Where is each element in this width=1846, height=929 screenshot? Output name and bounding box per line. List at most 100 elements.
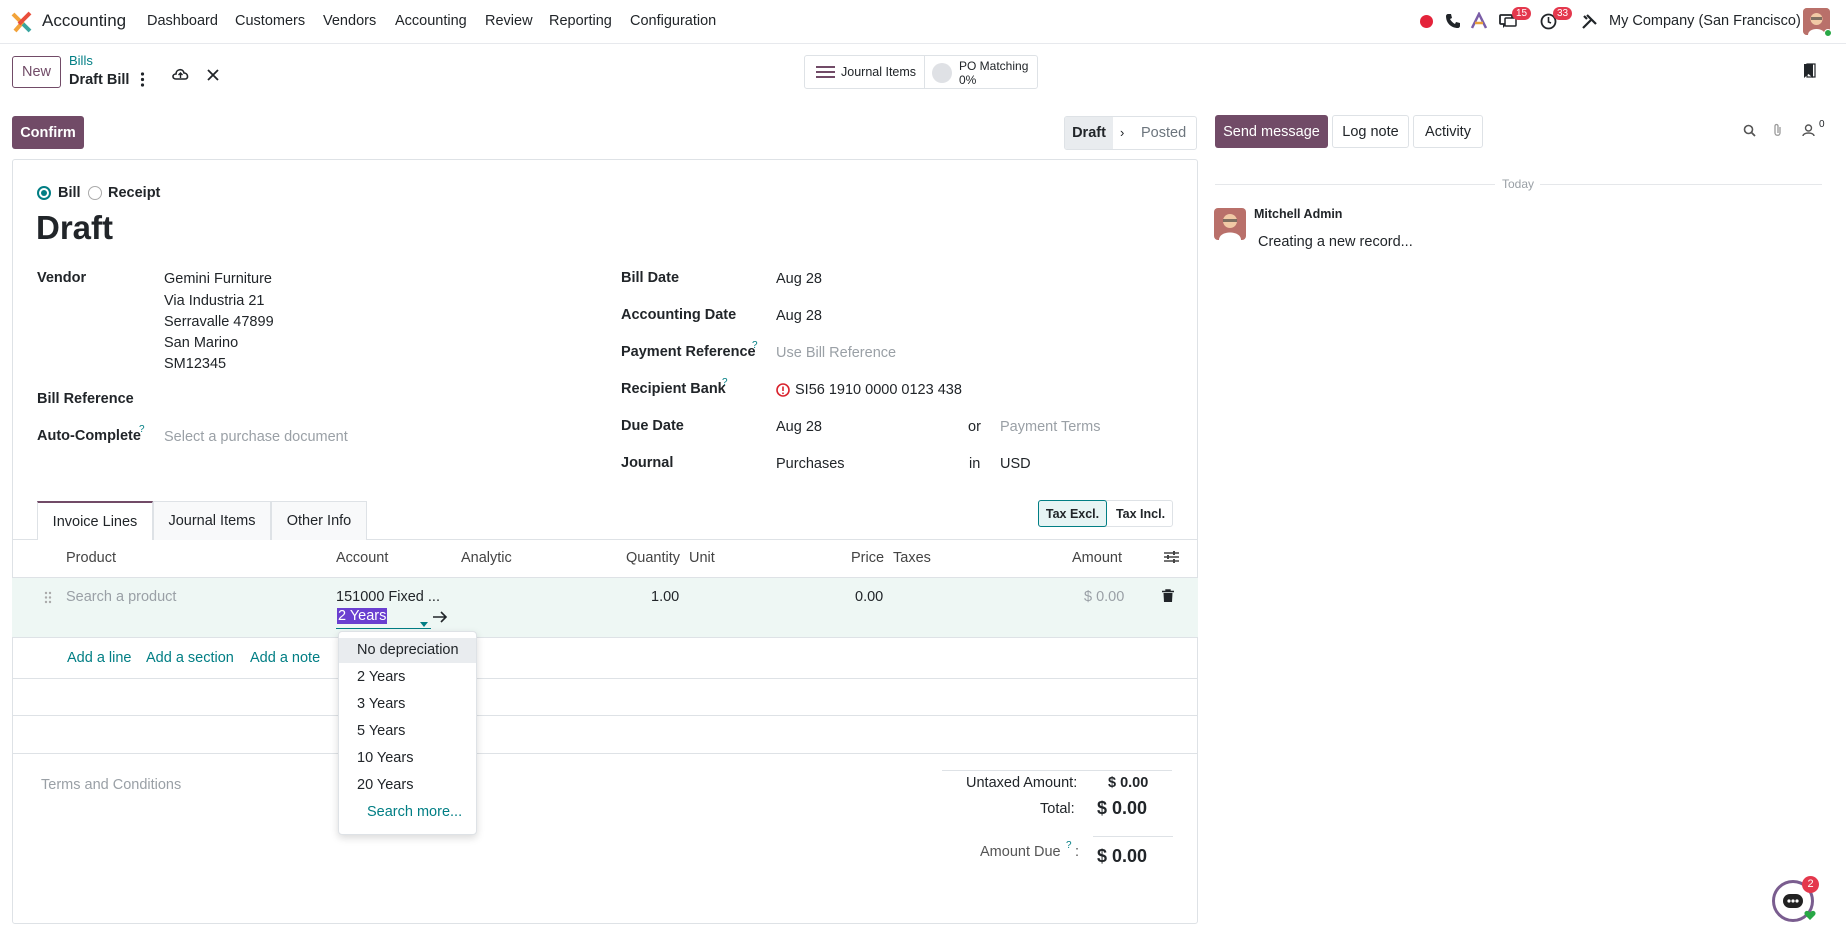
company-switcher[interactable]: My Company (San Francisco) <box>1609 13 1801 29</box>
tax-incl-button[interactable]: Tax Incl. <box>1109 500 1172 527</box>
dropdown-search-more[interactable]: Search more... <box>367 804 462 820</box>
payment-terms-input[interactable]: Payment Terms <box>1000 419 1100 435</box>
po-matching-smart-button[interactable]: PO Matching 0% <box>926 56 1038 88</box>
col-amount[interactable]: Amount <box>1072 550 1122 566</box>
menu-dashboard[interactable]: Dashboard <box>147 13 218 29</box>
app-logo-icon[interactable] <box>11 11 33 33</box>
help-icon[interactable]: ? <box>1066 840 1072 851</box>
bill-reference-label: Bill Reference <box>37 391 134 407</box>
toggle-off-icon <box>932 63 952 83</box>
due-date-label: Due Date <box>621 418 684 434</box>
col-quantity[interactable]: Quantity <box>626 550 680 566</box>
optional-columns-icon[interactable] <box>1164 550 1179 567</box>
actions-menu-icon[interactable] <box>140 72 145 90</box>
account-field[interactable]: 151000 Fixed ... <box>336 589 440 605</box>
dropdown-item[interactable]: 5 Years <box>357 723 405 739</box>
dropdown-item[interactable]: 20 Years <box>357 777 413 793</box>
recording-dot-icon[interactable] <box>1420 15 1433 28</box>
bill-reference-input[interactable] <box>164 388 604 410</box>
log-note-button[interactable]: Log note <box>1332 115 1409 148</box>
journal-items-smart-button[interactable]: Journal Items <box>805 56 925 88</box>
new-button[interactable]: New <box>12 56 61 88</box>
add-note-link[interactable]: Add a note <box>250 650 320 666</box>
help-icon[interactable]: ? <box>139 424 145 435</box>
dropdown-item[interactable]: 10 Years <box>357 750 413 766</box>
livechat-heart-icon <box>1804 908 1816 924</box>
confirm-button[interactable]: Confirm <box>12 116 84 149</box>
journal-field[interactable]: Purchases <box>776 456 845 472</box>
asset-model-input-underline <box>336 628 431 629</box>
add-line-link[interactable]: Add a line <box>67 650 132 666</box>
tab-journal-items[interactable]: Journal Items <box>153 501 271 540</box>
menu-vendors[interactable]: Vendors <box>323 13 376 29</box>
bill-date-label: Bill Date <box>621 270 680 286</box>
amount-due-label: Amount Due <box>980 844 1061 860</box>
help-icon[interactable]: ? <box>722 377 728 388</box>
drag-handle-icon[interactable] <box>44 591 52 607</box>
col-analytic[interactable]: Analytic <box>461 550 512 566</box>
send-message-button[interactable]: Send message <box>1215 115 1328 148</box>
search-icon[interactable] <box>1743 124 1756 140</box>
terms-input[interactable]: Terms and Conditions <box>41 777 181 793</box>
app-name[interactable]: Accounting <box>42 11 126 31</box>
radio-receipt-icon[interactable] <box>88 186 102 200</box>
activity-button[interactable]: Activity <box>1413 115 1483 148</box>
tab-other-info[interactable]: Other Info <box>271 501 367 540</box>
tax-excl-button[interactable]: Tax Excl. <box>1038 500 1107 527</box>
dropdown-item[interactable]: No depreciation <box>357 642 459 658</box>
activities-badge: 33 <box>1553 7 1573 20</box>
recipient-bank-field[interactable]: SI56 1910 0000 0123 438 <box>795 382 962 398</box>
journal-label: Journal <box>621 455 674 471</box>
dropdown-item[interactable]: 3 Years <box>357 696 405 712</box>
col-unit[interactable]: Unit <box>689 550 715 566</box>
menu-customers[interactable]: Customers <box>235 13 305 29</box>
caret-down-icon[interactable] <box>420 614 428 630</box>
quantity-field[interactable]: 1.00 <box>651 589 679 605</box>
tab-invoice-lines[interactable]: Invoice Lines <box>37 501 153 540</box>
accounting-date-field[interactable]: Aug 28 <box>776 308 822 324</box>
warning-circle-icon <box>776 383 790 400</box>
bookmark-icon[interactable] <box>1803 63 1816 82</box>
vendor-label: Vendor <box>37 270 87 286</box>
message-author[interactable]: Mitchell Admin <box>1254 207 1342 221</box>
radio-bill-icon[interactable] <box>37 186 51 200</box>
menu-review[interactable]: Review <box>485 13 533 29</box>
ai-icon[interactable] <box>1470 11 1488 33</box>
price-field[interactable]: 0.00 <box>855 589 883 605</box>
discard-close-icon[interactable] <box>207 68 219 84</box>
product-input[interactable]: Search a product <box>66 589 176 605</box>
menu-reporting[interactable]: Reporting <box>549 13 612 29</box>
status-posted[interactable]: Posted <box>1141 125 1186 141</box>
col-product[interactable]: Product <box>66 550 116 566</box>
vendor-city: Serravalle 47899 <box>164 314 274 330</box>
col-price[interactable]: Price <box>851 550 884 566</box>
add-section-link[interactable]: Add a section <box>146 650 234 666</box>
auto-complete-input[interactable]: Select a purchase document <box>164 429 348 445</box>
menu-configuration[interactable]: Configuration <box>630 13 716 29</box>
table-row[interactable] <box>12 578 1198 638</box>
breadcrumb-bills[interactable]: Bills <box>69 53 93 68</box>
col-taxes[interactable]: Taxes <box>893 550 931 566</box>
asset-model-input[interactable]: 2 Years <box>337 608 388 624</box>
vendor-name[interactable]: Gemini Furniture <box>164 271 272 287</box>
payment-reference-input[interactable]: Use Bill Reference <box>776 345 896 361</box>
followers-icon[interactable] <box>1802 124 1815 140</box>
radio-receipt-label[interactable]: Receipt <box>108 185 160 201</box>
bill-date-field[interactable]: Aug 28 <box>776 271 822 287</box>
help-icon[interactable]: ? <box>752 340 758 351</box>
menu-accounting[interactable]: Accounting <box>395 13 467 29</box>
due-date-field[interactable]: Aug 28 <box>776 419 822 435</box>
status-draft[interactable]: Draft <box>1065 117 1113 149</box>
dropdown-item[interactable]: 2 Years <box>357 669 405 685</box>
trash-icon[interactable] <box>1162 589 1174 606</box>
tools-icon[interactable] <box>1581 13 1598 33</box>
radio-bill-label[interactable]: Bill <box>58 185 81 201</box>
internal-link-arrow-icon[interactable] <box>432 610 448 626</box>
save-cloud-icon[interactable] <box>171 66 190 85</box>
col-account[interactable]: Account <box>336 550 388 566</box>
vendor-country: San Marino <box>164 335 239 351</box>
phone-icon[interactable] <box>1445 13 1461 32</box>
date-separator-line-right <box>1540 184 1822 185</box>
currency-field[interactable]: USD <box>1000 456 1031 472</box>
attachment-icon[interactable] <box>1772 123 1783 141</box>
